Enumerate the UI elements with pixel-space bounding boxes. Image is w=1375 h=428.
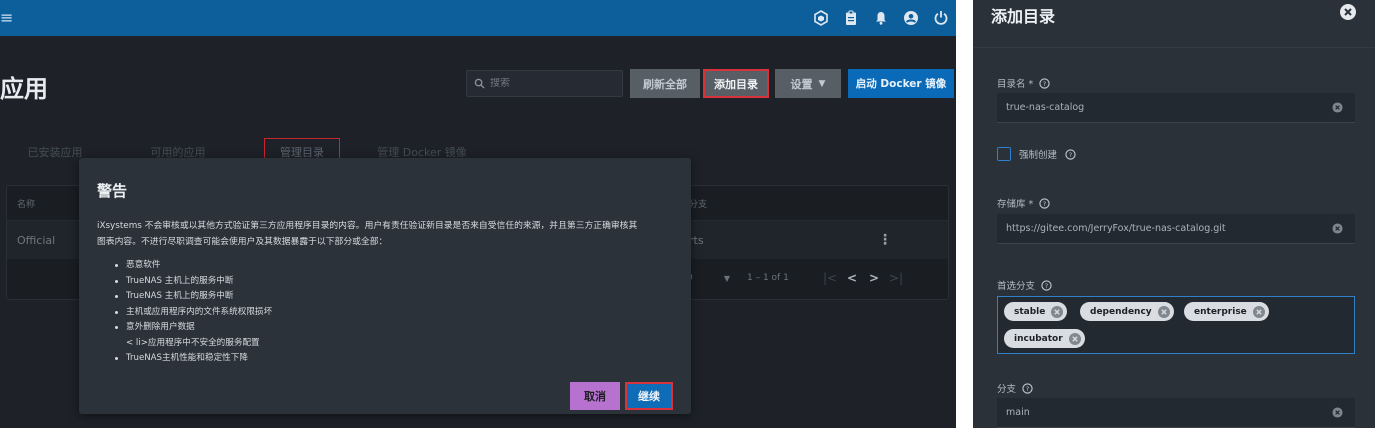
dialog-message-line: 图表内容。不进行尽职调查可能会使用户及其数据暴露于以下部分或全部： — [97, 237, 388, 247]
previous-page-icon[interactable]: < — [841, 271, 863, 285]
catalog-name-input[interactable] — [1006, 102, 1326, 113]
divider — [973, 47, 1375, 48]
clear-icon[interactable] — [1332, 407, 1343, 418]
chip[interactable]: dependency — [1080, 302, 1174, 321]
close-icon[interactable] — [1339, 3, 1357, 21]
panel-header: 添加目录 — [973, 0, 1375, 28]
force-create-option[interactable]: 强制创建 ? — [997, 147, 1076, 161]
preferred-trains-chip-input[interactable]: stable dependency enterprise incubator — [997, 296, 1355, 354]
next-page-icon[interactable]: > — [863, 271, 885, 285]
top-bar: ≡ — [0, 0, 956, 36]
svg-text:?: ? — [1045, 281, 1048, 289]
cancel-button[interactable]: 取消 — [570, 382, 620, 410]
list-item: TrueNAS主机性能和稳定性下降 — [115, 351, 615, 367]
panel-title: 添加目录 — [991, 7, 1056, 26]
svg-text:?: ? — [1043, 79, 1046, 87]
page-title: 应用 — [0, 75, 48, 103]
clipboard-icon[interactable] — [836, 8, 866, 28]
column-header-name[interactable]: 名称 — [17, 186, 35, 220]
remove-chip-icon[interactable] — [1050, 305, 1064, 319]
column-header-branch[interactable]: 分支 — [689, 186, 707, 220]
branch-input[interactable] — [1006, 407, 1326, 418]
svg-text:?: ? — [1069, 150, 1072, 158]
settings-button[interactable]: 设置 ▼ — [775, 69, 841, 98]
page-range: 1 – 1 of 1 — [747, 273, 789, 283]
list-item: 意外删除用户数据 — [115, 320, 615, 336]
dialog-title: 警告 — [97, 182, 128, 200]
truecommand-icon[interactable] — [806, 8, 836, 28]
menu-icon[interactable]: ≡ — [0, 8, 18, 28]
search-input[interactable] — [490, 78, 610, 89]
search-icon — [474, 78, 485, 89]
continue-button[interactable]: 继续 — [625, 382, 673, 410]
first-page-icon[interactable]: |< — [819, 271, 841, 285]
cell-name: Official — [17, 233, 56, 247]
force-create-label: 强制创建 — [1019, 150, 1058, 161]
clear-icon[interactable] — [1332, 102, 1343, 113]
catalog-name-field[interactable] — [997, 93, 1355, 123]
list-item: < li>应用程序中不安全的服务配置 — [126, 337, 260, 348]
row-actions-icon[interactable]: ⋮ — [877, 221, 893, 259]
remove-chip-icon[interactable] — [1157, 305, 1171, 319]
apps-page: ≡ 应用 刷新全部 添加目录 设置 ▼ 启动 Docker 镜 — [0, 0, 956, 428]
chevron-down-icon: ▼ — [818, 78, 826, 89]
branch-label: 分支 ? — [997, 381, 1033, 395]
page-size-dropdown-icon[interactable]: ▼ — [707, 274, 747, 283]
repository-input[interactable] — [1006, 223, 1326, 234]
bell-icon[interactable] — [866, 8, 896, 28]
cell-branch: rts — [689, 233, 704, 247]
add-catalog-panel: 添加目录 目录名 * ? 强制创建 ? 存储库 * ? 首选分支 ? stabl… — [973, 0, 1375, 428]
dialog-message-line: iXsystems 不会审核或以其他方式验证第三方应用程序目录的内容。用户有责任… — [97, 221, 638, 231]
remove-chip-icon[interactable] — [1252, 305, 1266, 319]
search-box[interactable] — [466, 70, 623, 97]
refresh-all-button[interactable]: 刷新全部 — [630, 69, 700, 98]
help-icon[interactable]: ? — [1065, 148, 1076, 160]
last-page-icon[interactable]: >| — [885, 271, 907, 285]
remove-chip-icon[interactable] — [1068, 332, 1082, 346]
list-item: TrueNAS 主机上的服务中断 — [115, 289, 615, 305]
account-icon[interactable] — [896, 8, 926, 28]
svg-text:?: ? — [1043, 199, 1046, 207]
warning-dialog: 警告 iXsystems 不会审核或以其他方式验证第三方应用程序目录的内容。用户… — [79, 158, 691, 414]
repository-label: 存储库 * ? — [997, 196, 1050, 210]
launch-docker-button[interactable]: 启动 Docker 镜像 — [848, 69, 954, 98]
help-icon[interactable]: ? — [1039, 77, 1050, 89]
chip[interactable]: enterprise — [1184, 302, 1269, 321]
help-icon[interactable]: ? — [1039, 197, 1050, 209]
topbar-icons — [806, 8, 956, 28]
list-item: TrueNAS 主机上的服务中断 — [115, 274, 615, 290]
chip[interactable]: stable — [1004, 302, 1068, 321]
repository-field[interactable] — [997, 214, 1355, 244]
add-catalog-button[interactable]: 添加目录 — [703, 69, 769, 98]
branch-field[interactable] — [997, 398, 1355, 428]
catalog-name-label: 目录名 * ? — [997, 76, 1050, 90]
settings-label: 设置 — [790, 77, 813, 91]
power-icon[interactable] — [926, 8, 956, 28]
help-icon[interactable]: ? — [1022, 382, 1033, 394]
list-item: 主机或应用程序内的文件系统权限损坏 — [115, 305, 615, 321]
list-item: 恶意软件 — [115, 258, 615, 274]
paginator: 0 ▼ 1 – 1 of 1 |< < > >| — [687, 264, 907, 292]
chip[interactable]: incubator — [1004, 329, 1085, 348]
clear-icon[interactable] — [1332, 223, 1343, 234]
dialog-message: iXsystems 不会审核或以其他方式验证第三方应用程序目录的内容。用户有责任… — [97, 218, 677, 250]
help-icon[interactable]: ? — [1041, 279, 1052, 291]
force-create-checkbox[interactable] — [997, 147, 1011, 161]
preferred-trains-label: 首选分支 ? — [997, 278, 1052, 292]
svg-text:?: ? — [1026, 384, 1029, 392]
risk-list: 恶意软件 TrueNAS 主机上的服务中断 TrueNAS 主机上的服务中断 主… — [115, 258, 615, 367]
